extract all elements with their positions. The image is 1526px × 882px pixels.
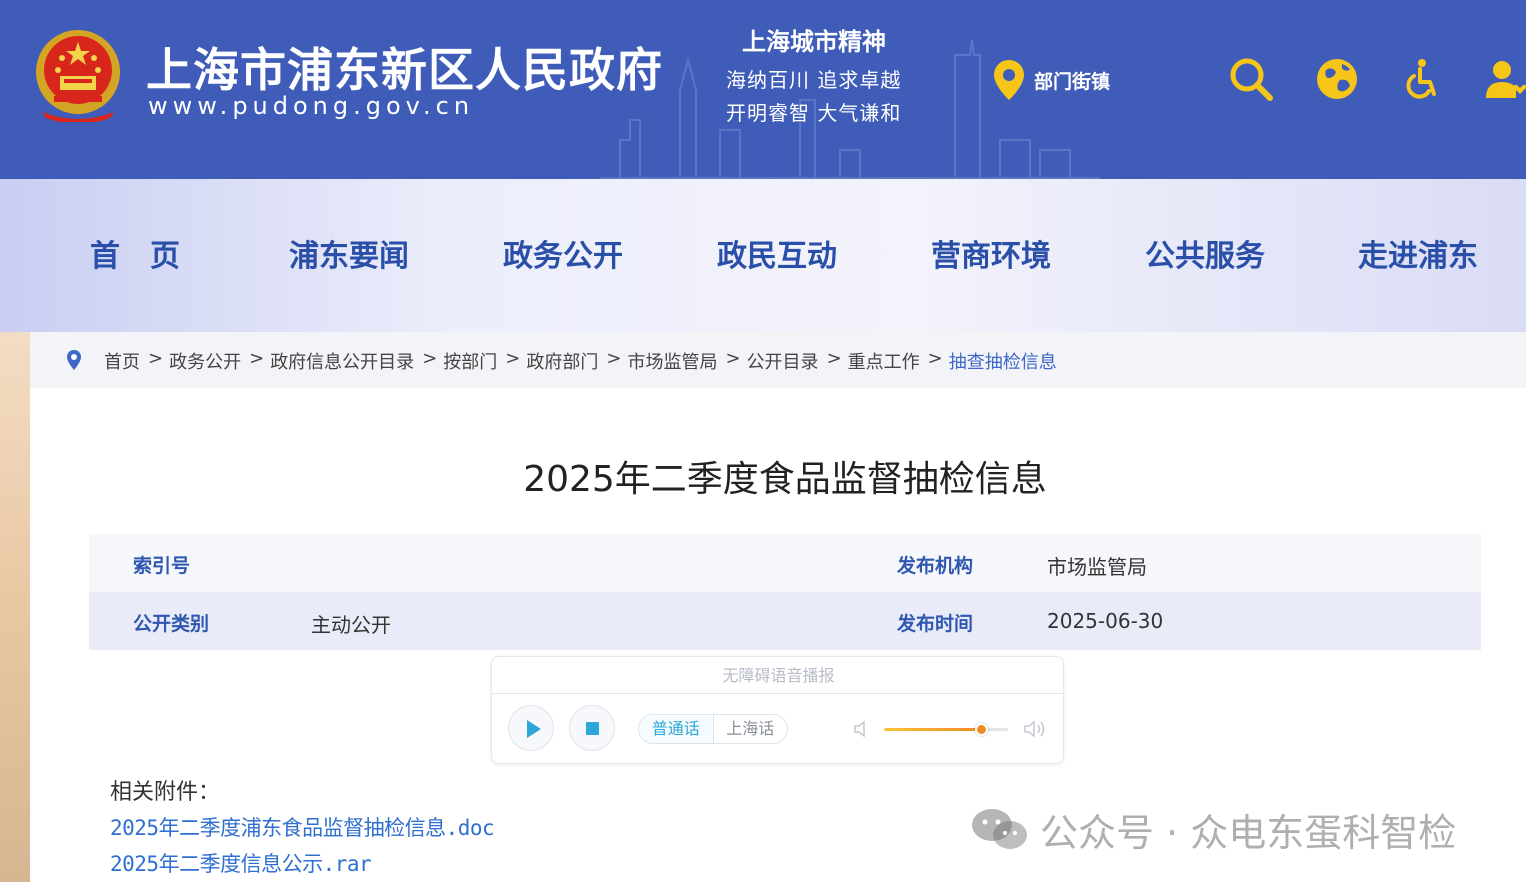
audio-player: 无障碍语音播报 普通话 上海话 <box>491 656 1065 764</box>
attachment-link-doc[interactable]: 2025年二季度浦东食品监督抽检信息.doc <box>110 812 495 842</box>
user-icon[interactable] <box>1482 56 1526 102</box>
publisher-value: 市场监管局 <box>1047 555 1147 579</box>
breadcrumb-current[interactable]: 抽查抽检信息 <box>949 348 1057 374</box>
site-title[interactable]: 上海市浦东新区人民政府 <box>146 34 663 100</box>
meta-row: 索引号 发布机构 市场监管局 <box>89 534 1481 592</box>
stop-button[interactable] <box>569 705 615 751</box>
player-title: 无障碍语音播报 <box>492 657 1065 694</box>
wechat-watermark: 公众号 · 众电东蛋科智检 <box>970 802 1456 857</box>
play-icon <box>527 720 541 738</box>
breadcrumb: 首页 > 政务公开 > 政府信息公开目录 > 按部门 > 政府部门 > 市场监管… <box>30 332 1526 388</box>
volume-handle[interactable] <box>974 723 988 736</box>
site-header: 上海市浦东新区人民政府 www.pudong.gov.cn 上海城市精神 海纳百… <box>0 0 1526 179</box>
breadcrumb-gov-depts[interactable]: 政府部门 <box>526 348 598 374</box>
breadcrumb-separator: > <box>505 348 521 369</box>
breadcrumb-separator: > <box>927 348 943 369</box>
main-nav: 首 页 浦东要闻 政务公开 政民互动 营商环境 公共服务 走进浦东 <box>0 179 1526 332</box>
article-meta-table: 索引号 发布机构 市场监管局 公开类别 主动公开 发布时间 2025-06-30 <box>89 534 1481 650</box>
map-pin-icon <box>994 60 1024 100</box>
breadcrumb-info-catalog[interactable]: 政府信息公开目录 <box>270 348 414 374</box>
publish-date-value: 2025-06-30 <box>1047 609 1164 633</box>
nav-about-pudong[interactable]: 走进浦东 <box>1358 231 1478 275</box>
attachments-label: 相关附件： <box>110 780 221 805</box>
index-number-label: 索引号 <box>133 555 191 577</box>
article-title: 2025年二季度食品监督抽检信息 <box>523 459 1047 500</box>
category-label: 公开类别 <box>133 613 210 635</box>
shanghainese-option[interactable]: 上海话 <box>712 715 788 743</box>
volume-fill <box>884 728 981 731</box>
search-icon[interactable] <box>1228 56 1274 102</box>
breadcrumb-market-bureau[interactable]: 市场监管局 <box>627 348 717 374</box>
play-button[interactable] <box>508 705 554 751</box>
nav-business-env[interactable]: 营商环境 <box>931 231 1051 275</box>
city-spirit-line-1: 海纳百川 追求卓越 <box>726 68 902 92</box>
publish-date-label: 发布时间 <box>897 613 974 635</box>
publisher-label: 发布机构 <box>897 555 974 577</box>
language-toggle: 普通话 上海话 <box>638 714 788 744</box>
city-spirit-line-2: 开明睿智 大气谦和 <box>726 101 902 125</box>
breadcrumb-separator: > <box>422 348 438 369</box>
breadcrumb-separator: > <box>249 348 265 369</box>
side-decoration <box>0 332 30 882</box>
breadcrumb-separator: > <box>826 348 842 369</box>
stop-icon <box>586 722 599 735</box>
content-panel: 首页 > 政务公开 > 政府信息公开目录 > 按部门 > 政府部门 > 市场监管… <box>30 332 1526 882</box>
watermark-text: 公众号 · 众电东蛋科智检 <box>1040 811 1457 855</box>
breadcrumb-separator: > <box>148 348 164 369</box>
nav-home[interactable]: 首 页 <box>90 231 180 275</box>
nav-pudong-news[interactable]: 浦东要闻 <box>289 231 409 275</box>
dept-street-link[interactable]: 部门街镇 <box>992 58 1110 102</box>
breadcrumb-public-catalog[interactable]: 公开目录 <box>747 348 819 374</box>
dept-street-label: 部门街镇 <box>1034 70 1111 93</box>
breadcrumb-separator: > <box>725 348 741 369</box>
attachment-link-rar[interactable]: 2025年二季度信息公示.rar <box>110 848 372 878</box>
globe-icon[interactable] <box>1314 56 1360 102</box>
mandarin-option[interactable]: 普通话 <box>639 715 713 743</box>
wechat-icon <box>972 808 1027 849</box>
breadcrumb-key-work[interactable]: 重点工作 <box>848 348 920 374</box>
breadcrumb-by-dept[interactable]: 按部门 <box>443 348 497 374</box>
breadcrumb-separator: > <box>606 348 622 369</box>
nav-interaction[interactable]: 政民互动 <box>717 231 837 275</box>
nav-gov-affairs[interactable]: 政务公开 <box>503 231 623 275</box>
city-spirit-title: 上海城市精神 <box>742 28 886 56</box>
meta-row: 公开类别 主动公开 发布时间 2025-06-30 <box>89 592 1481 650</box>
breadcrumb-home[interactable]: 首页 <box>104 348 140 374</box>
category-value: 主动公开 <box>311 613 391 637</box>
nav-public-service[interactable]: 公共服务 <box>1145 231 1265 275</box>
site-url: www.pudong.gov.cn <box>148 92 475 120</box>
location-icon <box>67 350 81 370</box>
breadcrumb-gov-affairs[interactable]: 政务公开 <box>169 348 241 374</box>
volume-high-icon[interactable] <box>1022 719 1048 739</box>
national-emblem-icon <box>36 30 120 122</box>
volume-low-icon[interactable] <box>852 719 872 739</box>
accessibility-icon[interactable] <box>1398 56 1444 102</box>
volume-slider[interactable] <box>884 723 1008 736</box>
